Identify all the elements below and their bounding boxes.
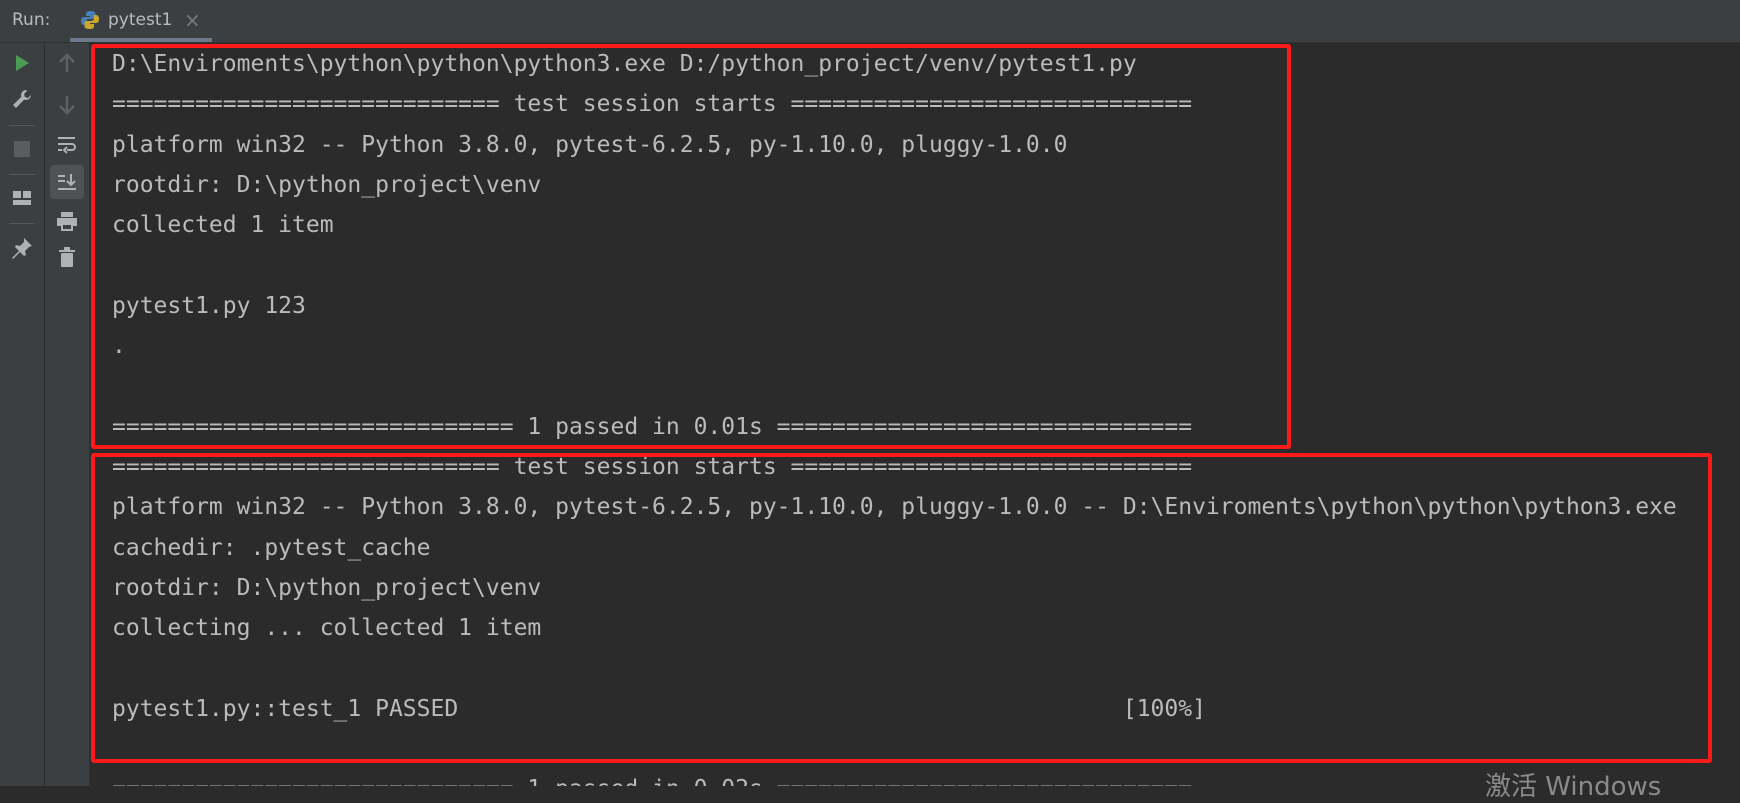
run-tab-bar: Run: pytest1 ×	[0, 0, 1740, 43]
pin-icon[interactable]	[8, 234, 36, 262]
console-line: pytest1.py::test_1 PASSED [100%]	[112, 695, 1206, 722]
tab-underline	[70, 38, 212, 42]
console-line: rootdir: D:\python_project\venv	[112, 574, 542, 601]
console-line: D:\Enviroments\python\python\python3.exe…	[112, 51, 1137, 77]
console-line: ============================= 1 passed i…	[112, 769, 1192, 786]
stop-icon[interactable]	[8, 135, 36, 163]
console-line: ============================= 1 passed i…	[112, 413, 1193, 440]
run-icon[interactable]	[8, 49, 36, 77]
console-line: collecting ... collected 1 item	[112, 615, 542, 642]
run-label: Run:	[12, 10, 51, 30]
python-icon	[81, 11, 99, 29]
soft-wrap-icon[interactable]	[53, 131, 81, 159]
trash-icon[interactable]	[53, 243, 81, 271]
divider	[9, 223, 35, 224]
wrench-icon[interactable]	[8, 85, 36, 113]
print-icon[interactable]	[53, 207, 81, 235]
layout-icon[interactable]	[8, 184, 36, 212]
console-line: rootdir: D:\python_project\venv	[112, 171, 542, 198]
console-line: platform win32 -- Python 3.8.0, pytest-6…	[112, 131, 1068, 158]
tab-pytest1[interactable]: pytest1 ×	[70, 0, 212, 42]
console-line: ============================ test sessio…	[112, 91, 1193, 118]
console-toolbar	[45, 43, 90, 786]
close-icon[interactable]: ×	[184, 8, 201, 32]
arrow-down-icon[interactable]	[53, 91, 81, 119]
run-toolbar	[0, 43, 45, 786]
console-line: cachedir: .pytest_cache	[112, 534, 431, 561]
console-line: pytest1.py 123	[112, 292, 306, 319]
tab-title: pytest1	[108, 10, 173, 30]
scroll-to-end-icon[interactable]	[50, 165, 84, 199]
divider	[9, 174, 35, 175]
console-line: .	[112, 333, 126, 360]
console-line: ============================ test sessio…	[112, 454, 1193, 480]
activation-watermark: 激活 Windows	[1485, 772, 1662, 802]
arrow-up-icon[interactable]	[53, 49, 81, 77]
divider	[9, 125, 35, 126]
console-line: collected 1 item	[112, 212, 334, 239]
console-output[interactable]: D:\Enviroments\python\python\python3.exe…	[91, 44, 1740, 786]
console-line: platform win32 -- Python 3.8.0, pytest-6…	[112, 494, 1677, 521]
